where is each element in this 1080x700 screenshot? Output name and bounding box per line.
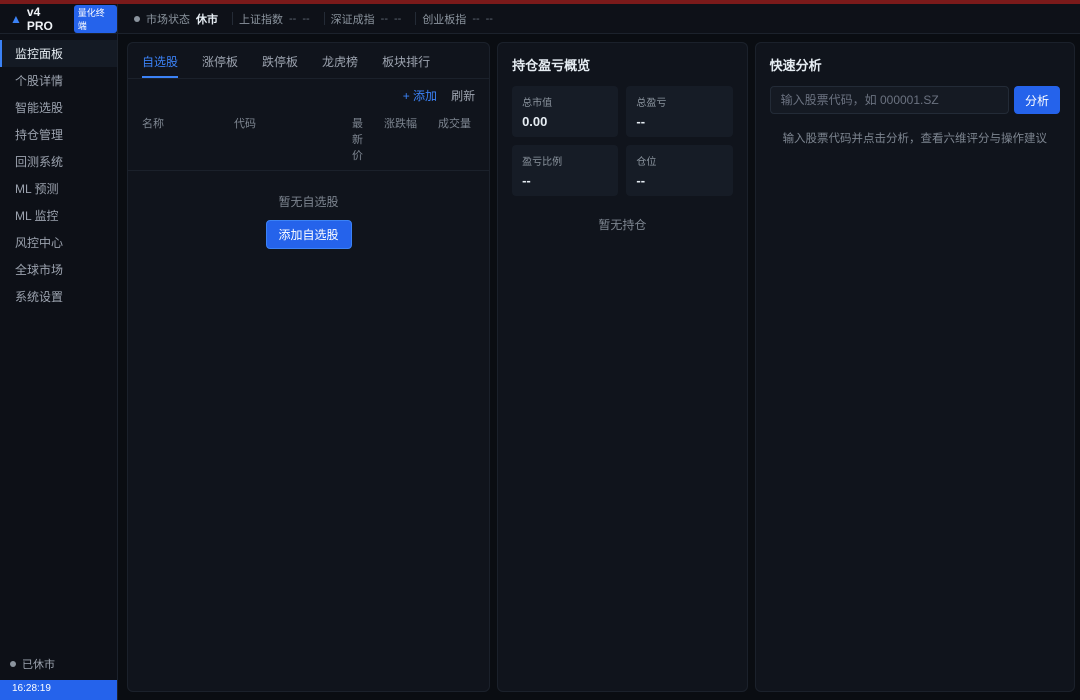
market-status-label: 市场状态: [146, 13, 190, 26]
tab-dragon-tiger[interactable]: 龙虎榜: [322, 43, 358, 78]
card-label: 总盈亏: [636, 98, 667, 109]
sidebar-item-ml-predict[interactable]: ML 预测: [0, 175, 117, 202]
add-label: 添加: [413, 89, 438, 103]
logo-icon: ▲: [10, 11, 22, 26]
card-label: 总市值: [522, 98, 553, 109]
clock: 16:28:19: [0, 680, 117, 700]
index-value-cyb: --: [472, 12, 480, 25]
sidebar-item-ml-monitor[interactable]: ML 监控: [0, 202, 117, 229]
watchlist-table-header: 名称 代码 最新价 涨跌幅 成交量 操作: [128, 108, 490, 171]
closed-status-label: 已休市: [22, 659, 55, 671]
sidebar-item-settings[interactable]: 系统设置: [0, 283, 117, 310]
market-status-bar: 市场状态 休市 上证指数 -- -- 深证成指 -- -- 创业板指 -- --: [118, 4, 1080, 33]
col-volume: 成交量: [438, 118, 471, 130]
positions-empty-text: 暂无持仓: [598, 218, 647, 232]
quick-analysis-panel: 快速分析 分析 输入股票代码并点击分析，查看六维评分与操作建议: [754, 42, 1075, 692]
refresh-button[interactable]: 刷新: [451, 87, 475, 104]
sidebar-item-monitor-dashboard[interactable]: 监控面板: [0, 40, 117, 67]
positions-panel: 持仓盈亏概览 总市值 0.00 总盈亏 -- 盈亏比例 -- 仓位 -- 暂无持…: [497, 42, 748, 692]
analyze-button[interactable]: 分析: [1013, 86, 1060, 114]
col-change-pct: 涨跌幅: [384, 118, 417, 130]
quick-analysis-hint: 输入股票代码并点击分析，查看六维评分与操作建议: [782, 133, 1048, 145]
sidebar-item-portfolio[interactable]: 持仓管理: [0, 121, 117, 148]
col-name: 名称: [142, 118, 164, 130]
positions-title: 持仓盈亏概览: [512, 58, 591, 73]
index-value-sz: --: [380, 12, 388, 25]
add-watchlist-stock-button[interactable]: 添加自选股: [265, 220, 352, 249]
card-value: --: [636, 114, 646, 129]
card-value: 0.00: [522, 114, 548, 129]
card-label: 盈亏比例: [522, 157, 563, 168]
market-status-dot: [134, 15, 140, 22]
tab-watchlist[interactable]: 自选股: [142, 43, 178, 78]
watchlist-toolbar: + 添加 刷新: [128, 79, 489, 108]
quick-analysis-form: 分析: [769, 86, 1060, 114]
closed-status-dot: [10, 661, 16, 667]
card-pnl-ratio: 盈亏比例 --: [512, 145, 619, 196]
card-value: --: [522, 173, 531, 188]
card-total-pnl: 总盈亏 --: [626, 86, 733, 137]
plus-icon: +: [402, 89, 410, 103]
sidebar-item-smart-picker[interactable]: 智能选股: [0, 94, 117, 121]
sidebar-footer: 已休市 16:28:19: [0, 648, 117, 700]
stock-code-input[interactable]: [769, 86, 1009, 114]
positions-cards: 总市值 0.00 总盈亏 -- 盈亏比例 -- 仓位 --: [512, 86, 733, 196]
card-value: --: [636, 173, 646, 188]
index-change-sh: --: [302, 12, 310, 25]
sidebar-item-stock-detail[interactable]: 个股详情: [0, 67, 117, 94]
market-status-value: 休市: [196, 13, 218, 26]
app-title: v4 PRO: [26, 4, 53, 33]
app-header: ▲ v4 PRO 量化终端 市场状态 休市 上证指数 -- -- 深证成指 --…: [0, 4, 1080, 34]
quick-analysis-title: 快速分析: [769, 58, 822, 73]
index-change-cyb: --: [485, 12, 493, 25]
index-name-sh: 上证指数: [239, 13, 283, 26]
col-code: 代码: [234, 118, 256, 130]
watchlist-panel: 自选股 涨停板 跌停板 龙虎榜 板块排行 + 添加 刷新 名称 代码 最新价 涨…: [127, 42, 491, 692]
col-actions: 操作: [471, 115, 489, 163]
divider: [232, 12, 233, 25]
index-name-sz: 深证成指: [330, 13, 375, 26]
add-button[interactable]: + 添加: [403, 87, 437, 104]
edition-badge: 量化终端: [73, 4, 117, 33]
tab-sector-rank[interactable]: 板块排行: [382, 43, 430, 78]
brand: ▲ v4 PRO 量化终端: [0, 4, 118, 33]
index-name-cyb: 创业板指: [422, 13, 467, 26]
col-last-price: 最新价: [352, 118, 363, 162]
card-label: 仓位: [636, 157, 657, 168]
watchlist-tabs: 自选股 涨停板 跌停板 龙虎榜 板块排行: [128, 43, 490, 79]
market-closed-status: 已休市: [0, 648, 117, 680]
content-area: 监控面板 个股详情 智能选股 持仓管理 回测系统 ML 预测 ML 监控 风控中…: [0, 34, 1080, 700]
watchlist-empty-state: 暂无自选股 添加自选股: [128, 171, 489, 249]
index-change-sz: --: [393, 12, 402, 25]
sidebar: 监控面板 个股详情 智能选股 持仓管理 回测系统 ML 预测 ML 监控 风控中…: [0, 34, 118, 700]
tab-limit-up[interactable]: 涨停板: [202, 43, 238, 78]
sidebar-item-backtest[interactable]: 回测系统: [0, 148, 117, 175]
card-total-market-value: 总市值 0.00: [512, 86, 619, 137]
main-area: 自选股 涨停板 跌停板 龙虎榜 板块排行 + 添加 刷新 名称 代码 最新价 涨…: [118, 34, 1080, 700]
divider: [323, 12, 325, 25]
sidebar-item-global-market[interactable]: 全球市场: [0, 256, 117, 283]
sidebar-item-risk-center[interactable]: 风控中心: [0, 229, 117, 256]
index-value-sh: --: [289, 12, 297, 25]
divider: [415, 12, 417, 25]
watchlist-empty-text: 暂无自选股: [278, 195, 339, 209]
tab-limit-down[interactable]: 跌停板: [262, 43, 298, 78]
card-position-size: 仓位 --: [626, 145, 733, 196]
